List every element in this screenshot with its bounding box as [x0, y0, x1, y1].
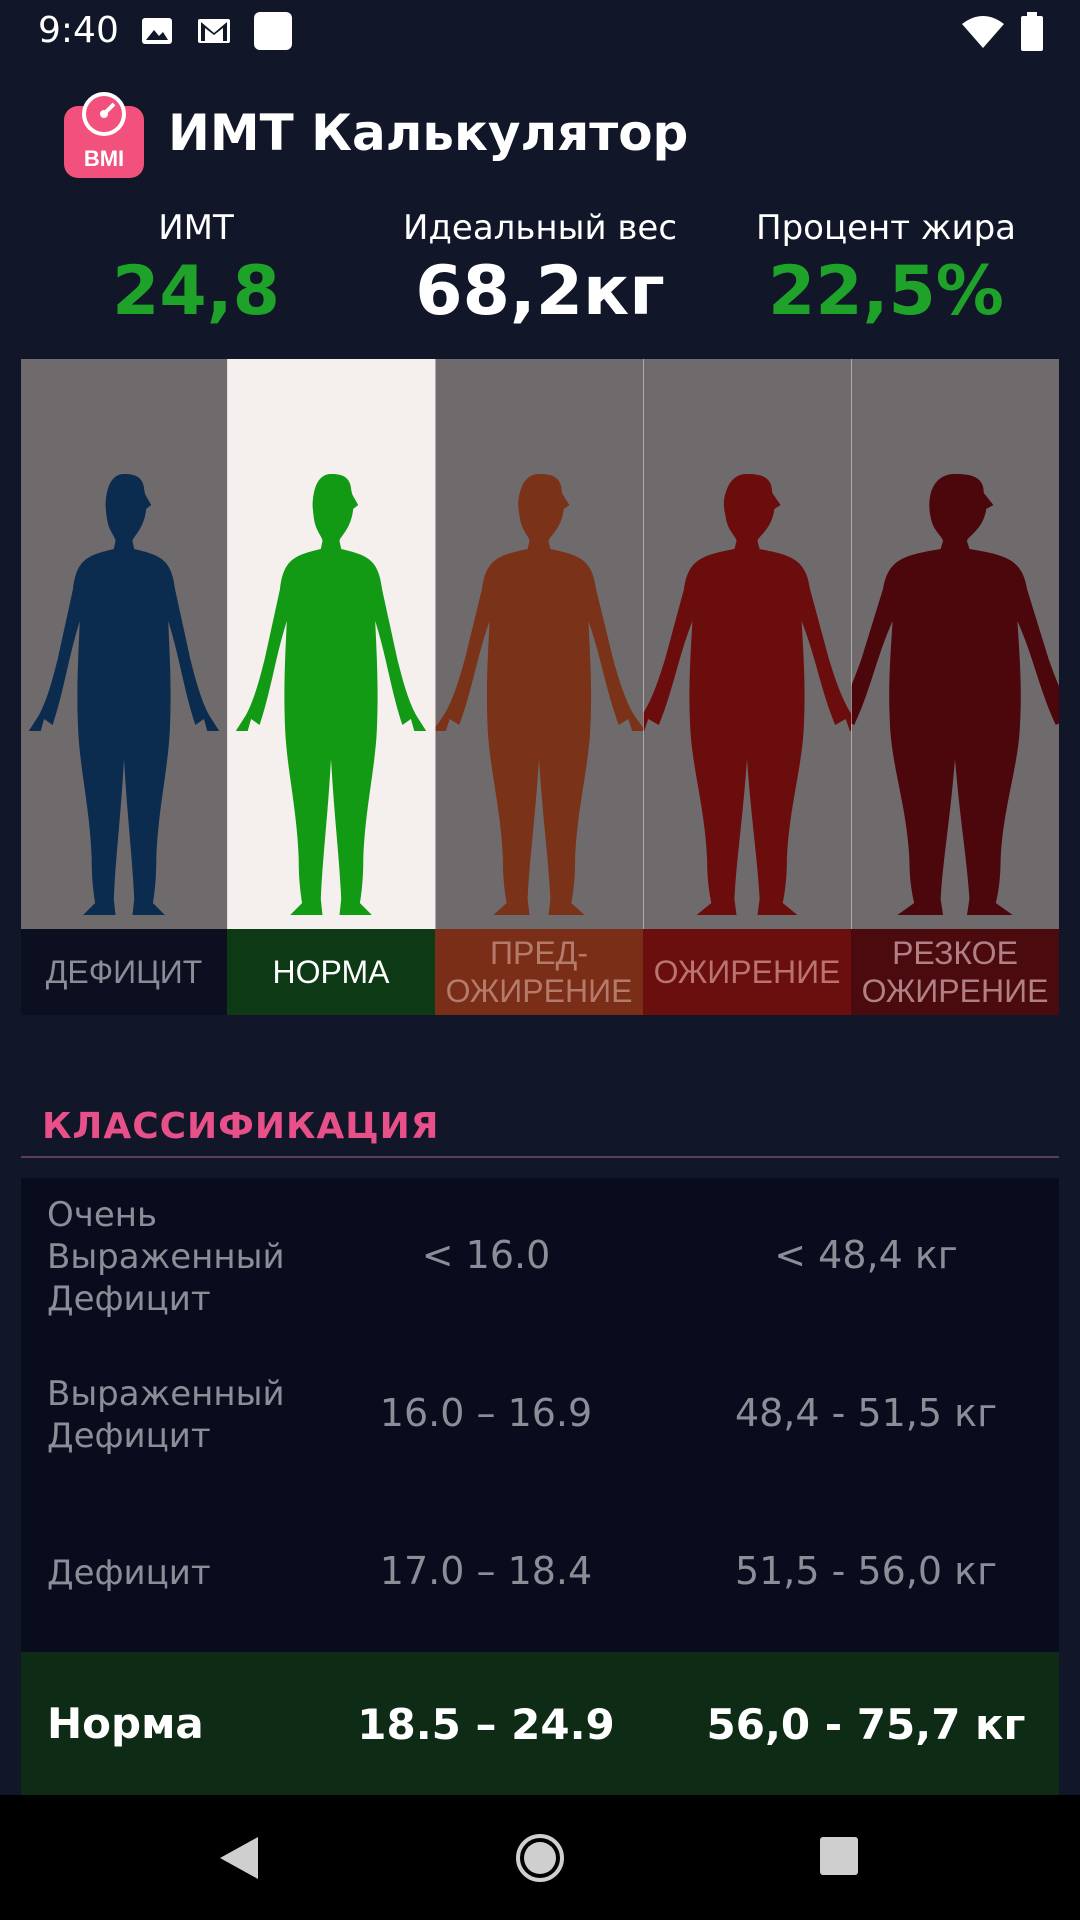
body-panel-2[interactable] [227, 359, 435, 929]
navigation-bar [0, 1795, 1080, 1920]
recents-icon[interactable] [818, 1835, 860, 1877]
category-label[interactable]: ДЕФИЦИТ [21, 929, 227, 1015]
category-label[interactable]: РЕЗКОЕ ОЖИРЕНИЕ [851, 929, 1059, 1015]
stat-value: 22,5% [768, 252, 1004, 331]
body-head [518, 474, 564, 534]
body-type-panels [21, 359, 1059, 929]
body-panel-4[interactable] [643, 359, 851, 929]
table-row[interactable]: Очень Выраженный Дефицит < 16.0 < 48,4 кг [21, 1178, 1059, 1336]
classification-table[interactable]: Очень Выраженный Дефицит < 16.0 < 48,4 кг В… [21, 1178, 1059, 1795]
panel-separator [227, 359, 228, 929]
body-type-labels: ДЕФИЦИТ НОРМА ПРЕД- ОЖИРЕНИЕ ОЖИРЕНИЕ РЕЗКОЕ… [21, 929, 1059, 1015]
body-head [312, 474, 354, 534]
wifi-icon [962, 16, 1004, 48]
weight-range: 51,5 - 56,0 кг [734, 1549, 998, 1593]
body-panel-1[interactable] [21, 359, 227, 929]
body-head [931, 474, 983, 534]
panel-separator [643, 359, 644, 929]
status-bar: 9:40 [0, 0, 1080, 64]
table-row[interactable]: Выраженный Дефицит 16.0 – 16.9 48,4 - 51,5… [21, 1336, 1059, 1494]
weight-range: 56,0 - 75,7 кг [706, 1699, 1026, 1749]
bmi-app-icon: BMI [64, 92, 144, 178]
panel-separator [851, 359, 852, 929]
body-fat-stat: Процент жира 22,5% [716, 208, 1056, 331]
body-head [105, 474, 147, 534]
classification-title: КЛАССИФИКАЦИЯ [42, 1106, 440, 1147]
section-divider [21, 1156, 1059, 1158]
body-figure [643, 474, 851, 915]
body-panel-5[interactable] [851, 359, 1059, 929]
body-silhouette-icon [851, 474, 1059, 915]
battery-icon [1021, 12, 1043, 51]
bmi-range: 16.0 – 16.9 [379, 1391, 593, 1435]
table-row[interactable]: Дефицит 17.0 – 18.4 51,5 - 56,0 кг [21, 1494, 1059, 1652]
home-icon[interactable] [515, 1833, 565, 1883]
image-notification-icon [142, 18, 172, 44]
app-icon-text: BMI [84, 146, 124, 171]
body-panel-3[interactable] [435, 359, 643, 929]
bmi-range: 18.5 – 24.9 [357, 1699, 615, 1749]
body-figure [435, 474, 643, 915]
classification-name: Выраженный Дефицит [47, 1374, 285, 1456]
stat-label: ИМТ [158, 208, 234, 248]
stat-label: Процент жира [756, 208, 1016, 248]
panel-separator [435, 359, 436, 929]
category-label[interactable]: ПРЕД- ОЖИРЕНИЕ [435, 929, 643, 1015]
body-silhouette-icon [435, 474, 643, 915]
bmi-range: 17.0 – 18.4 [379, 1549, 593, 1593]
back-icon[interactable] [218, 1835, 260, 1881]
body-silhouette-icon [28, 474, 220, 915]
classification-name: Очень Выраженный Дефицит [47, 1195, 285, 1319]
body-figure [235, 474, 427, 915]
body-silhouette-icon [235, 474, 427, 915]
table-row[interactable]: Норма 18.5 – 24.9 56,0 - 75,7 кг [21, 1652, 1059, 1795]
app-notification-icon [254, 12, 292, 50]
bmi-stat: ИМТ 24,8 [26, 208, 366, 331]
body-figure [28, 474, 220, 915]
classification-name: Норма [47, 1698, 204, 1748]
stat-value: 68,2кг [415, 252, 665, 331]
body-figure [851, 474, 1059, 915]
gmail-notification-icon [198, 19, 230, 43]
weight-range: 48,4 - 51,5 кг [734, 1391, 998, 1435]
category-label[interactable]: ОЖИРЕНИЕ [643, 929, 851, 1015]
ideal-weight-stat: Идеальный вес 68,2кг [370, 208, 710, 331]
classification-name: Дефицит [47, 1553, 211, 1593]
category-label[interactable]: НОРМА [227, 929, 435, 1015]
stat-value: 24,8 [112, 252, 280, 331]
status-time: 9:40 [38, 10, 119, 51]
weight-range: < 48,4 кг [774, 1233, 958, 1277]
app-title: ИМТ Калькулятор [168, 104, 689, 162]
body-head [723, 474, 775, 534]
body-silhouette-icon [643, 474, 851, 915]
bmi-range: < 16.0 [421, 1233, 551, 1277]
stat-label: Идеальный вес [402, 208, 678, 248]
